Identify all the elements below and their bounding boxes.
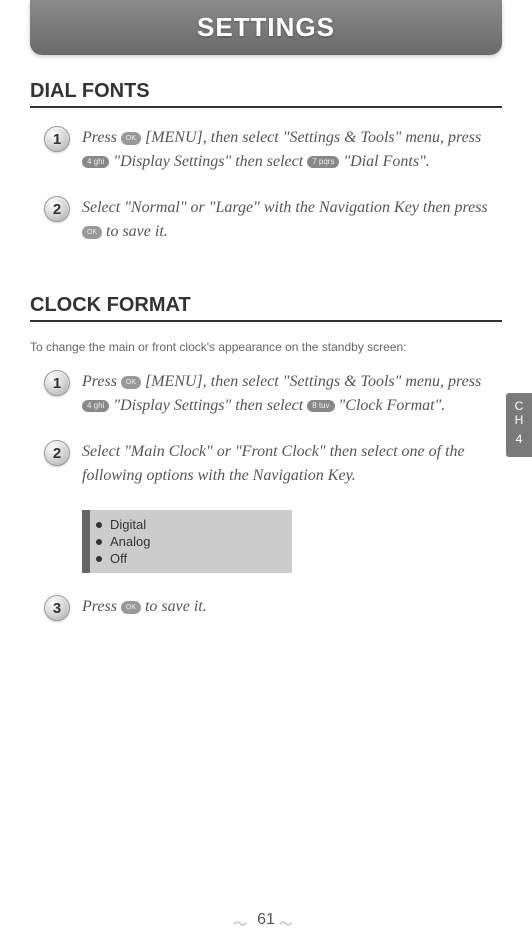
- text-fragment: "Dial Fonts".: [343, 153, 429, 170]
- text-fragment: Press: [82, 598, 121, 615]
- step-number-badge: 2: [44, 196, 70, 222]
- key-4-icon: 4 ghi: [82, 400, 109, 412]
- list-item: Analog: [92, 533, 284, 550]
- bullet-icon: [96, 522, 102, 528]
- divider: [30, 320, 502, 322]
- page-number-wrap: 〜 61 〜: [233, 911, 299, 929]
- step-number-badge: 1: [44, 370, 70, 396]
- header-tab: SETTINGS: [30, 0, 502, 55]
- step-number-badge: 3: [44, 595, 70, 621]
- step-item: 1 Press OK [MENU], then select "Settings…: [44, 370, 502, 418]
- section-title-dial-fonts: DIAL FONTS: [30, 80, 502, 103]
- section-subtitle: To change the main or front clock's appe…: [30, 340, 502, 354]
- page-number: 61: [257, 911, 275, 929]
- key-7-icon: 7 pqrs: [307, 156, 339, 168]
- list-item: Digital: [92, 516, 284, 533]
- page-ornament-right-icon: 〜: [279, 914, 299, 926]
- divider: [30, 106, 502, 108]
- key-8-icon: 8 tuv: [307, 400, 334, 412]
- step-item: 2 Select "Main Clock" or "Front Clock" t…: [44, 440, 502, 488]
- text-fragment: Select "Normal" or "Large" with the Navi…: [82, 199, 488, 216]
- step-text: Press OK [MENU], then select "Settings &…: [82, 126, 502, 174]
- text-fragment: [MENU], then select "Settings & Tools" m…: [145, 129, 481, 146]
- text-fragment: "Display Settings" then select: [113, 397, 307, 414]
- step-number-badge: 2: [44, 440, 70, 466]
- text-fragment: to save it.: [106, 223, 168, 240]
- step-number-badge: 1: [44, 126, 70, 152]
- step-text: Press OK to save it.: [82, 595, 207, 619]
- page-title: SETTINGS: [30, 12, 502, 43]
- page-ornament-left-icon: 〜: [233, 914, 253, 926]
- key-4-icon: 4 ghi: [82, 156, 109, 168]
- option-label: Off: [110, 551, 127, 566]
- content-area: DIAL FONTS 1 Press OK [MENU], then selec…: [0, 55, 532, 621]
- option-label: Digital: [110, 517, 146, 532]
- option-label: Analog: [110, 534, 150, 549]
- step-item: 1 Press OK [MENU], then select "Settings…: [44, 126, 502, 174]
- text-fragment: [MENU], then select "Settings & Tools" m…: [145, 373, 481, 390]
- text-fragment: to save it.: [145, 598, 207, 615]
- step-text: Select "Main Clock" or "Front Clock" the…: [82, 440, 502, 488]
- text-fragment: Press: [82, 129, 121, 146]
- step-item: 3 Press OK to save it.: [44, 595, 502, 621]
- text-fragment: Press: [82, 373, 121, 390]
- text-fragment: "Clock Format".: [339, 397, 446, 414]
- chapter-tab-letter: H: [506, 413, 532, 427]
- chapter-tab: C H 4: [506, 393, 532, 457]
- chapter-tab-letter: C: [506, 399, 532, 413]
- step-text: Select "Normal" or "Large" with the Navi…: [82, 196, 502, 244]
- bullet-icon: [96, 539, 102, 545]
- section-title-clock-format: CLOCK FORMAT: [30, 294, 502, 317]
- step-item: 2 Select "Normal" or "Large" with the Na…: [44, 196, 502, 244]
- text-fragment: "Display Settings" then select: [113, 153, 307, 170]
- ok-key-icon: OK: [121, 132, 141, 145]
- step-text: Press OK [MENU], then select "Settings &…: [82, 370, 502, 418]
- ok-key-icon: OK: [82, 226, 102, 239]
- ok-key-icon: OK: [121, 601, 141, 614]
- ok-key-icon: OK: [121, 376, 141, 389]
- chapter-tab-number: 4: [506, 432, 532, 446]
- options-box: Digital Analog Off: [82, 510, 292, 573]
- bullet-icon: [96, 556, 102, 562]
- list-item: Off: [92, 550, 284, 567]
